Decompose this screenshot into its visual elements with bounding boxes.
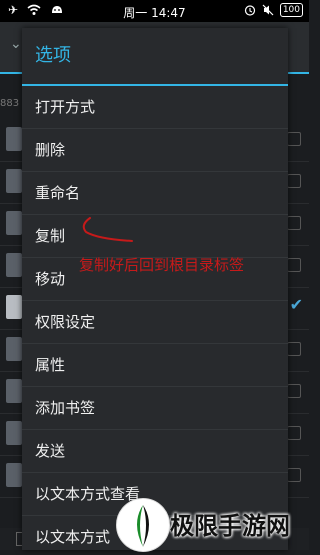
checkbox-icon bbox=[287, 426, 301, 440]
folder-icon bbox=[6, 253, 22, 277]
status-right-icons: 100 bbox=[244, 3, 303, 17]
folder-icon bbox=[6, 421, 22, 445]
menu-item-properties[interactable]: 属性 bbox=[22, 344, 288, 387]
annotation-arrow-icon bbox=[82, 217, 133, 242]
checkbox-icon bbox=[287, 258, 301, 272]
menu-item-send[interactable]: 发送 bbox=[22, 430, 288, 473]
dialog-title: 选项 bbox=[22, 28, 288, 86]
alarm-icon bbox=[244, 5, 255, 16]
folder-icon bbox=[6, 337, 22, 361]
checkbox-icon bbox=[287, 468, 301, 482]
battery-indicator: 100 bbox=[279, 3, 303, 17]
checkbox-icon bbox=[287, 342, 301, 356]
watermark-logo-icon bbox=[116, 498, 170, 552]
checkbox-icon bbox=[287, 132, 301, 146]
folder-icon bbox=[6, 211, 22, 235]
options-dialog: 选项 打开方式 删除 重命名 复制 移动 权限设定 属性 添加书签 发送 以文本… bbox=[22, 28, 288, 550]
menu-item-permissions[interactable]: 权限设定 bbox=[22, 301, 288, 344]
status-bar: ✈ 周一 14:47 100 bbox=[0, 0, 309, 22]
menu-item-add-bookmark[interactable]: 添加书签 bbox=[22, 387, 288, 430]
checkbox-icon bbox=[287, 216, 301, 230]
background-path: 883 bbox=[0, 98, 20, 109]
watermark-text: 极限手游网 bbox=[170, 512, 290, 540]
menu-item-delete[interactable]: 删除 bbox=[22, 129, 288, 172]
annotation-text: 复制好后回到根目录标签 bbox=[79, 256, 245, 274]
checkbox-icon bbox=[287, 384, 301, 398]
menu-item-rename[interactable]: 重命名 bbox=[22, 172, 288, 215]
folder-icon bbox=[6, 463, 22, 487]
file-icon bbox=[6, 295, 22, 319]
folder-icon bbox=[6, 169, 22, 193]
checkbox-icon bbox=[287, 174, 301, 188]
mute-icon bbox=[262, 4, 274, 16]
chevron-down-icon: ⌄ bbox=[10, 36, 22, 52]
folder-icon bbox=[6, 379, 22, 403]
checkmark-icon: ✔ bbox=[289, 295, 303, 314]
menu-item-copy[interactable]: 复制 bbox=[22, 215, 288, 258]
folder-icon bbox=[6, 127, 22, 151]
menu-item-open-with[interactable]: 打开方式 bbox=[22, 86, 288, 129]
watermark: 极限手游网 bbox=[110, 496, 309, 552]
